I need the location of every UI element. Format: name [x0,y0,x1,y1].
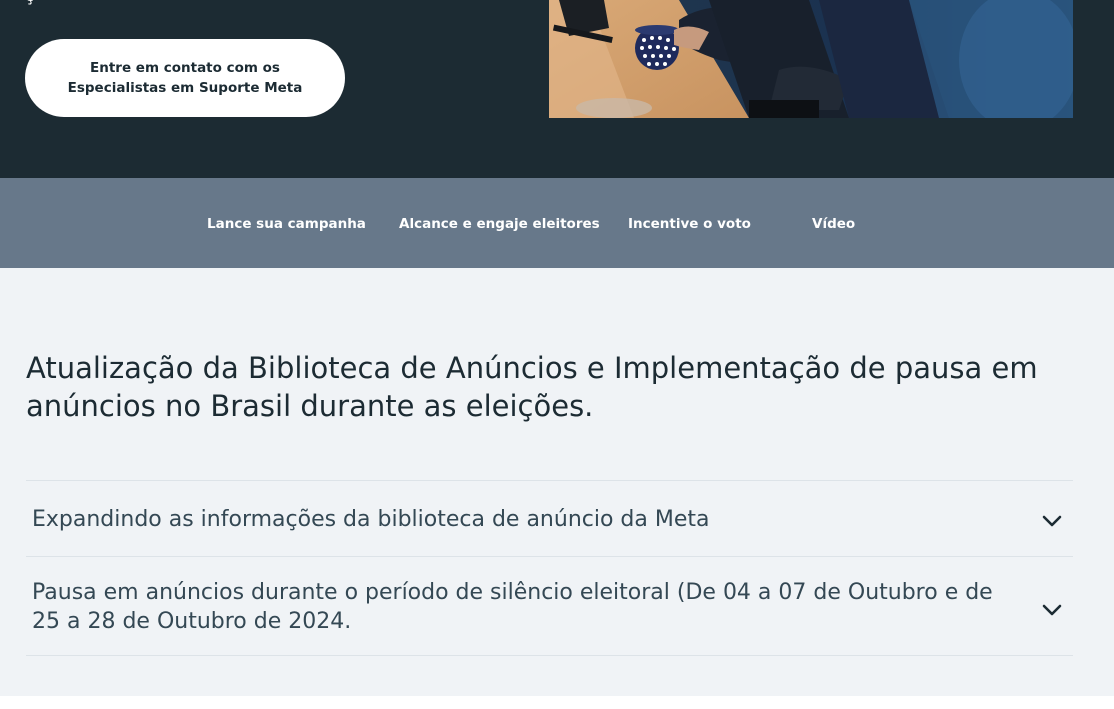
tab-reach-voters[interactable]: Alcance e engaje eleitores [399,214,600,234]
hero-banner: ç Entre em contato com os Especialistas … [0,0,1114,178]
page-bottom [0,696,1114,709]
cta-label-line1: Entre em contato com os [90,60,280,76]
office-meeting-photo [549,0,1073,118]
section-title: Atualização da Biblioteca de Anúncios e … [26,351,1038,423]
tab-launch-campaign[interactable]: Lance sua campanha [207,214,366,234]
accordion-label: Expandindo as informações da biblioteca … [32,507,710,532]
cta-label-line2: Especialistas em Suporte Meta [67,80,303,96]
tab-encourage-vote[interactable]: Incentive o voto [628,214,751,234]
ad-library-section: Atualização da Biblioteca de Anúncios e … [0,268,1114,696]
campaign-tabs: Lance sua campanha Alcance e engaje elei… [0,178,1114,268]
hero-photo [549,0,1073,118]
accordion-item-ad-pause[interactable]: Pausa em anúncios durante o período de s… [26,556,1073,656]
chevron-down-icon [1042,604,1062,616]
accordion-item-ad-library-info[interactable]: Expandindo as informações da biblioteca … [26,480,1073,557]
tab-video[interactable]: Vídeo [812,214,855,234]
chevron-down-icon [1042,515,1062,527]
accordion-label: Pausa em anúncios durante o período de s… [32,580,993,634]
hero-partial-text: ç [25,0,34,6]
contact-specialists-button[interactable]: Entre em contato com os Especialistas em… [25,39,345,117]
